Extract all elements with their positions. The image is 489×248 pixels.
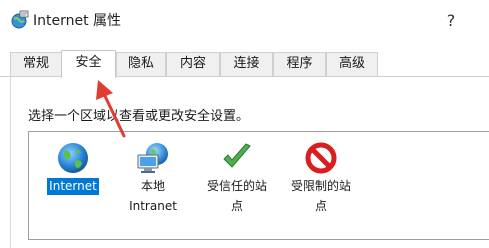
intranet-icon	[137, 143, 168, 173]
zone-trusted-label-line1: 受信任的站	[206, 179, 267, 193]
globe-icon	[58, 143, 88, 173]
zone-list[interactable]: Internet 本地 Intranet 受信任的站 点 受限制的站 点	[28, 131, 489, 240]
title-bar: Internet 属性 ?	[0, 0, 489, 40]
zone-intranet-label-line2: Intranet	[129, 199, 177, 213]
zone-restricted-sites[interactable]: 受限制的站 点	[281, 141, 361, 215]
tab-general[interactable]: 常规	[10, 52, 62, 76]
tab-connections[interactable]: 连接	[220, 52, 273, 76]
check-icon	[223, 143, 251, 168]
zone-restricted-label-line2: 点	[314, 199, 327, 213]
help-button[interactable]: ?	[440, 8, 462, 34]
zone-instruction-text: 选择一个区域以查看或更改安全设置。	[28, 109, 250, 124]
tab-advanced[interactable]: 高级	[326, 52, 378, 76]
zone-local-intranet[interactable]: 本地 Intranet	[115, 141, 191, 215]
zone-trusted-sites[interactable]: 受信任的站 点	[197, 141, 277, 215]
zone-intranet-label-line1: 本地	[140, 179, 165, 193]
internet-properties-dialog: Internet 属性 ? 常规 安全 隐私 内容 连接 程序 高级 选择一个区…	[0, 0, 489, 248]
zone-internet[interactable]: Internet	[37, 141, 109, 195]
panel-border	[10, 76, 11, 248]
tab-content[interactable]: 内容	[166, 52, 220, 76]
internet-options-icon	[11, 10, 29, 29]
prohibited-icon	[305, 142, 337, 174]
zone-restricted-label-line1: 受限制的站	[290, 179, 351, 193]
window-title: Internet 属性	[33, 13, 122, 29]
zone-internet-label: Internet	[47, 178, 99, 195]
zone-trusted-label-line2: 点	[230, 199, 243, 213]
tab-privacy[interactable]: 隐私	[116, 52, 166, 76]
tab-programs[interactable]: 程序	[273, 52, 326, 76]
tab-bar: 常规 安全 隐私 内容 连接 程序 高级	[0, 50, 489, 78]
tab-security[interactable]: 安全	[61, 50, 116, 78]
